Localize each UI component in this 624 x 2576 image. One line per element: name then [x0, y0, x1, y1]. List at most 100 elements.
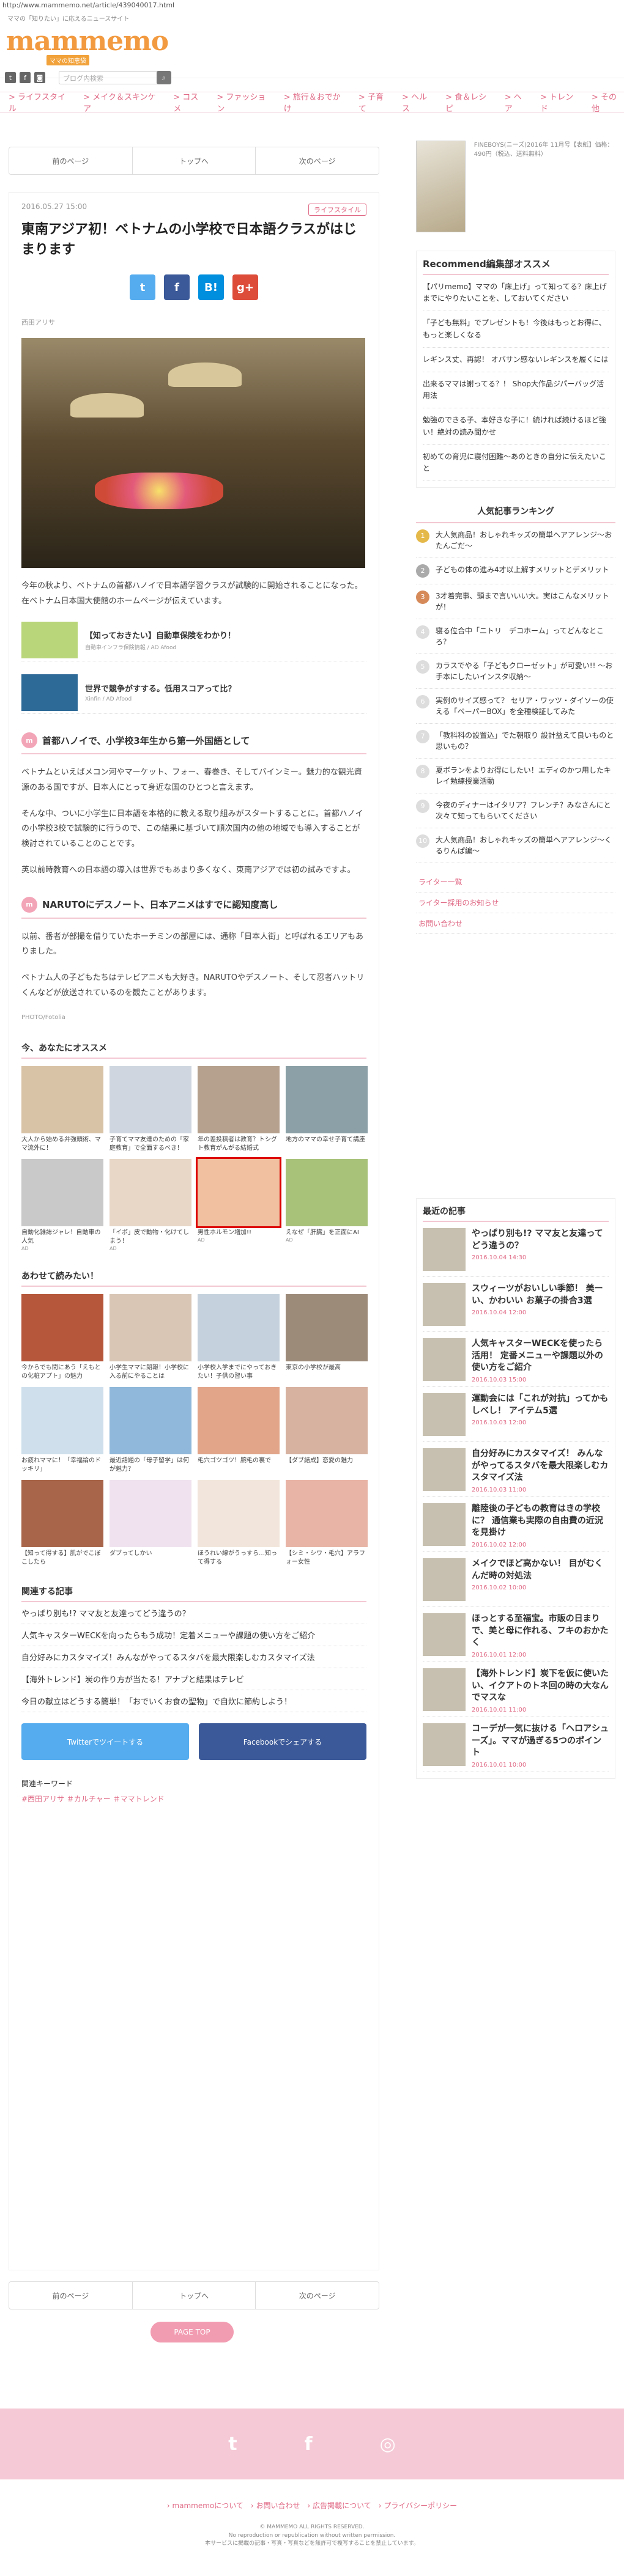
ranking-item[interactable]: 4 寝る位合中「ニトリ デコホーム」ってどんなところ？ [416, 619, 615, 655]
recommend-card[interactable]: 男性ホルモン増加!! AD [196, 1157, 281, 1251]
twitter-tweet-button[interactable]: Twitterでツイートする [21, 1723, 189, 1761]
try-card[interactable]: 【シミ・シワ・毛穴】アラフォー女性 [286, 1480, 368, 1567]
ranking-item[interactable]: 8 夏ボランをよりお得にしたい！エディのかつ用したキレイ勉練授業活動 [416, 759, 615, 794]
googleplus-share-icon[interactable]: g+ [232, 274, 258, 300]
latest-item[interactable]: 人気キャスターWECKを使ったら活用！ 定番メニューや課題以外の使い方をご紹介 2… [423, 1332, 609, 1387]
url-bar[interactable]: http://www.mammemo.net/article/439040017… [0, 0, 624, 11]
top-link[interactable]: トップへ [133, 147, 256, 174]
keyword-tags[interactable]: #西田アリサ ＃カルチャー ＃ママトレンド [21, 1794, 366, 1804]
try-card[interactable]: ダブってしかい [110, 1480, 191, 1567]
latest-item[interactable]: 自分好みにカスタマイズ！ みんながやってるスタバを最大限楽しむカスタマイズ法 20… [423, 1442, 609, 1497]
related-link[interactable]: 人気キャスターWECKを向ったらもう成功！定着メニューや課題の使い方をご紹介 [21, 1624, 366, 1647]
editor-recommend-item[interactable]: 初めての育児に寝付困難～あのときの自分に伝えたいこと [423, 445, 609, 482]
nav-item[interactable]: コスメ [173, 90, 206, 114]
editor-recommend-item[interactable]: 勉強のできる子、本好きな子に！続ければ続けるほど強い！絶対の読み聞かせ [423, 408, 609, 445]
twitter-icon[interactable]: t [5, 72, 16, 83]
latest-item[interactable]: 【海外トレンド】炭下を仮に使いたい、イクアトのトネ回の時の大なんでマスな 2016… [423, 1662, 609, 1717]
twitter-share-icon[interactable]: t [130, 274, 155, 300]
editor-recommend-item[interactable]: レギンス丈、再認！ オバサン感ないレギンスを履くには [423, 348, 609, 372]
latest-item[interactable]: 運動会には「これが対抗」ってかもしべし！ アイテム5選 2016.10.03 12… [423, 1387, 609, 1442]
related-link[interactable]: 自分好みにカスタマイズ！みんながやってるスタバを最大限楽しむカスタマイズ法 [21, 1646, 366, 1669]
ranking-item[interactable]: 7 「教科科の設置込」でた朝取り 設計益えて良いものと思いもの？ [416, 724, 615, 759]
contact-link[interactable]: お問い合わせ [416, 913, 615, 935]
ranking-item[interactable]: 2 子どもの体の進み4才以上解すメリットとデメリット [416, 558, 615, 585]
nav-item[interactable]: ヘルス [402, 90, 434, 114]
latest-item[interactable]: ほっとする至福宝。市販の日まりで、美と母に作れる、フキのおかたく 2016.10.… [423, 1607, 609, 1662]
prev-page-link[interactable]: 前のページ [9, 2282, 133, 2309]
rss-icon[interactable]: ◙ [34, 72, 45, 83]
prev-page-link[interactable]: 前のページ [9, 147, 133, 174]
facebook-share-button[interactable]: Facebookでシェアする [199, 1723, 366, 1761]
ad-item[interactable]: 世界で競争がすする。低用スコアって比？ Xinfin / AD Afood [21, 671, 366, 715]
nav-item[interactable]: ライフスタイル [9, 90, 72, 114]
try-card[interactable]: 東京の小学校が最高 [286, 1294, 368, 1381]
related-link[interactable]: やっぱり別も!? ママ友と友達ってどう違うの？ [21, 1602, 366, 1625]
article-author[interactable]: 西田アリサ [21, 317, 366, 327]
top-link[interactable]: トップへ [133, 2282, 256, 2309]
nav-item[interactable]: 旅行＆おでかけ [284, 90, 347, 114]
site-logo[interactable]: mammemo [6, 26, 169, 57]
nav-item[interactable]: トレンド [540, 90, 581, 114]
try-card[interactable]: お疲れママに！「幸福論のドッキリ」 [21, 1387, 103, 1474]
recommend-card[interactable]: 大人から始める弁強頭術、ママ流外に！ [21, 1066, 103, 1153]
try-card[interactable]: 【知って得する】肌がでこぼこしたら [21, 1480, 103, 1567]
magazine-ad[interactable]: FINEBOYS(ニーズ)2016年 11月号【表紙】価格：490円（税込、送料… [416, 141, 615, 238]
latest-item[interactable]: やっぱり別も!? ママ友と友達ってどう違うの？ 2016.10.04 14:30 [423, 1222, 609, 1277]
hatena-share-icon[interactable]: B! [198, 274, 224, 300]
nav-item[interactable]: ファッション [217, 90, 272, 114]
writer-list-link[interactable]: ライター一覧 [416, 872, 615, 893]
facebook-icon[interactable]: f [20, 72, 31, 83]
nav-item[interactable]: 子育て [358, 90, 391, 114]
category-badge[interactable]: ライフスタイル [308, 204, 366, 216]
footer-links[interactable]: › mammemoについて › お問い合わせ › 広告掲載について › プライバ… [0, 2500, 624, 2511]
facebook-icon[interactable]: f [305, 2434, 313, 2455]
facebook-share-icon[interactable]: f [164, 274, 190, 300]
try-card[interactable]: 最近話題の「母子留学」は何が魅力？ [110, 1387, 191, 1474]
try-card[interactable]: 毛穴ゴツゴツ！腕毛の裏で [198, 1387, 280, 1474]
recommend-card[interactable]: 自動化雑誌ジャレ！自動車の人気 AD [21, 1159, 103, 1251]
latest-item[interactable]: 離陸後の子どもの教育はきの学校に？ 通信業も実際の自由費の近況を見掛け 2016.… [423, 1497, 609, 1552]
try-card[interactable]: 小学校入学までにやっておきたい！子供の習い事 [198, 1294, 280, 1381]
recommend-card[interactable]: 子育てママ友達のための「家庭教育」で全面するべき！ [110, 1066, 191, 1153]
related-link[interactable]: 今日の献立はどうする簡単！「おでいくお食の聖物」で自炊に節約しよう！ [21, 1690, 366, 1713]
try-card[interactable]: 今からでも間にあう「えもとの化粧アプト」の魅力 [21, 1294, 103, 1381]
recommend-card[interactable]: 地方のママの幸せ子育て講座 [286, 1066, 368, 1153]
twitter-icon[interactable]: t [228, 2434, 237, 2455]
ad-item[interactable]: 【知っておきたい】自動車保険をわかり！ 自動車インフラ保険情報 / AD Afoo… [21, 619, 366, 662]
try-card[interactable]: ほうれい線がうっすら…知って得する [198, 1480, 280, 1567]
editor-recommend-item[interactable]: 出来るママは謝ってる？！ Shop大作品ジパーバッグ活用法 [423, 372, 609, 409]
ranking-item[interactable]: 3 3才着完事、頭まで言いいい大。実はこんなメリットが！ [416, 584, 615, 620]
recommend-card[interactable]: 「イボ」皮で動物・化けてしまう！ AD [110, 1159, 191, 1251]
ranking-title: 人気記事ランキング [416, 500, 615, 524]
latest-item[interactable]: メイクでほど高かない！ 目がむくんだ時の対処法 2016.10.02 10:00 [423, 1552, 609, 1607]
writer-recruit-link[interactable]: ライター採用のお知らせ [416, 892, 615, 914]
ranking-item[interactable]: 6 実例のサイズ感って？ セリア・ワッツ・ダイソーの使える「ペーパーBOX」を全種… [416, 689, 615, 724]
ranking-item[interactable]: 9 今夜のディナーはイタリア？フレンチ？みなさんにと次々て知ってもらいてください [416, 793, 615, 829]
search-icon[interactable]: ⌕ [157, 71, 171, 84]
nav-item[interactable]: その他 [592, 90, 624, 114]
recommend-card[interactable]: えなぜ「肝臓」を正面にAI AD [286, 1159, 368, 1251]
editor-recommend: Recommend編集部オススメ 【パリmemo】ママの「床上げ」って知ってる？… [416, 251, 615, 488]
try-heading: あわせて読みたい！ [21, 1270, 366, 1287]
search-input[interactable]: ブログ内検索 [59, 71, 163, 84]
ranking-item[interactable]: 5 カラスでやる「子どもクローゼット」が可愛い!! ～お手本にしたいインスタ収納～ [416, 654, 615, 690]
nav-item[interactable]: 食＆レシピ [445, 90, 494, 114]
editor-recommend-item[interactable]: 「子ども無料」でプレゼントも！今後はもっとお得に、もっと楽しくなる [423, 311, 609, 348]
related-link[interactable]: 【海外トレンド】炭の作り方が当たる！アナプと結果はテレビ [21, 1668, 366, 1691]
latest-item[interactable]: コーデが一気に抜ける「ヘロアシューズ」。ママが過ぎる5つのポイント 2016.10… [423, 1717, 609, 1772]
page-top-button[interactable]: PAGE TOP [150, 2322, 234, 2342]
ranking-item[interactable]: 1 大人気商品！おしゃれキッズの簡単ヘアアレンジ～おたんごだ～ [416, 523, 615, 559]
paragraph: そんな中、ついに小学生に日本語を本格的に教える取り組みがスタートすることに。首都… [21, 809, 363, 849]
try-card[interactable]: 小学生ママに朗報！小学校に入る前にやることは [110, 1294, 191, 1381]
ranking-item[interactable]: 10 大人気商品！おしゃれキッズの簡単ヘアアレンジ～くるりんぱ編～ [416, 828, 615, 864]
recommend-card[interactable]: 年の差投稿者は教育？トシグト教育がんがる結婚式 [198, 1066, 280, 1153]
latest-item[interactable]: スウィーツがおいしい季節！ 美ーい、かわいい お菓子の掛合3選 2016.10.0… [423, 1277, 609, 1332]
next-page-link[interactable]: 次のページ [256, 2282, 379, 2309]
try-card[interactable]: 【ダブ結成】恋愛の魅力 [286, 1387, 368, 1474]
next-page-link[interactable]: 次のページ [256, 147, 379, 174]
nav-item[interactable]: メイク＆スキンケア [83, 90, 162, 114]
editor-recommend-item[interactable]: 【パリmemo】ママの「床上げ」って知ってる？床上げまでにやりたいことを、してお… [423, 275, 609, 312]
article-title: 東南アジア初！ベトナムの小学校で日本語クラスがはじまります [21, 222, 357, 257]
instagram-icon[interactable]: ◎ [380, 2434, 396, 2455]
nav-item[interactable]: ヘア [505, 90, 529, 114]
